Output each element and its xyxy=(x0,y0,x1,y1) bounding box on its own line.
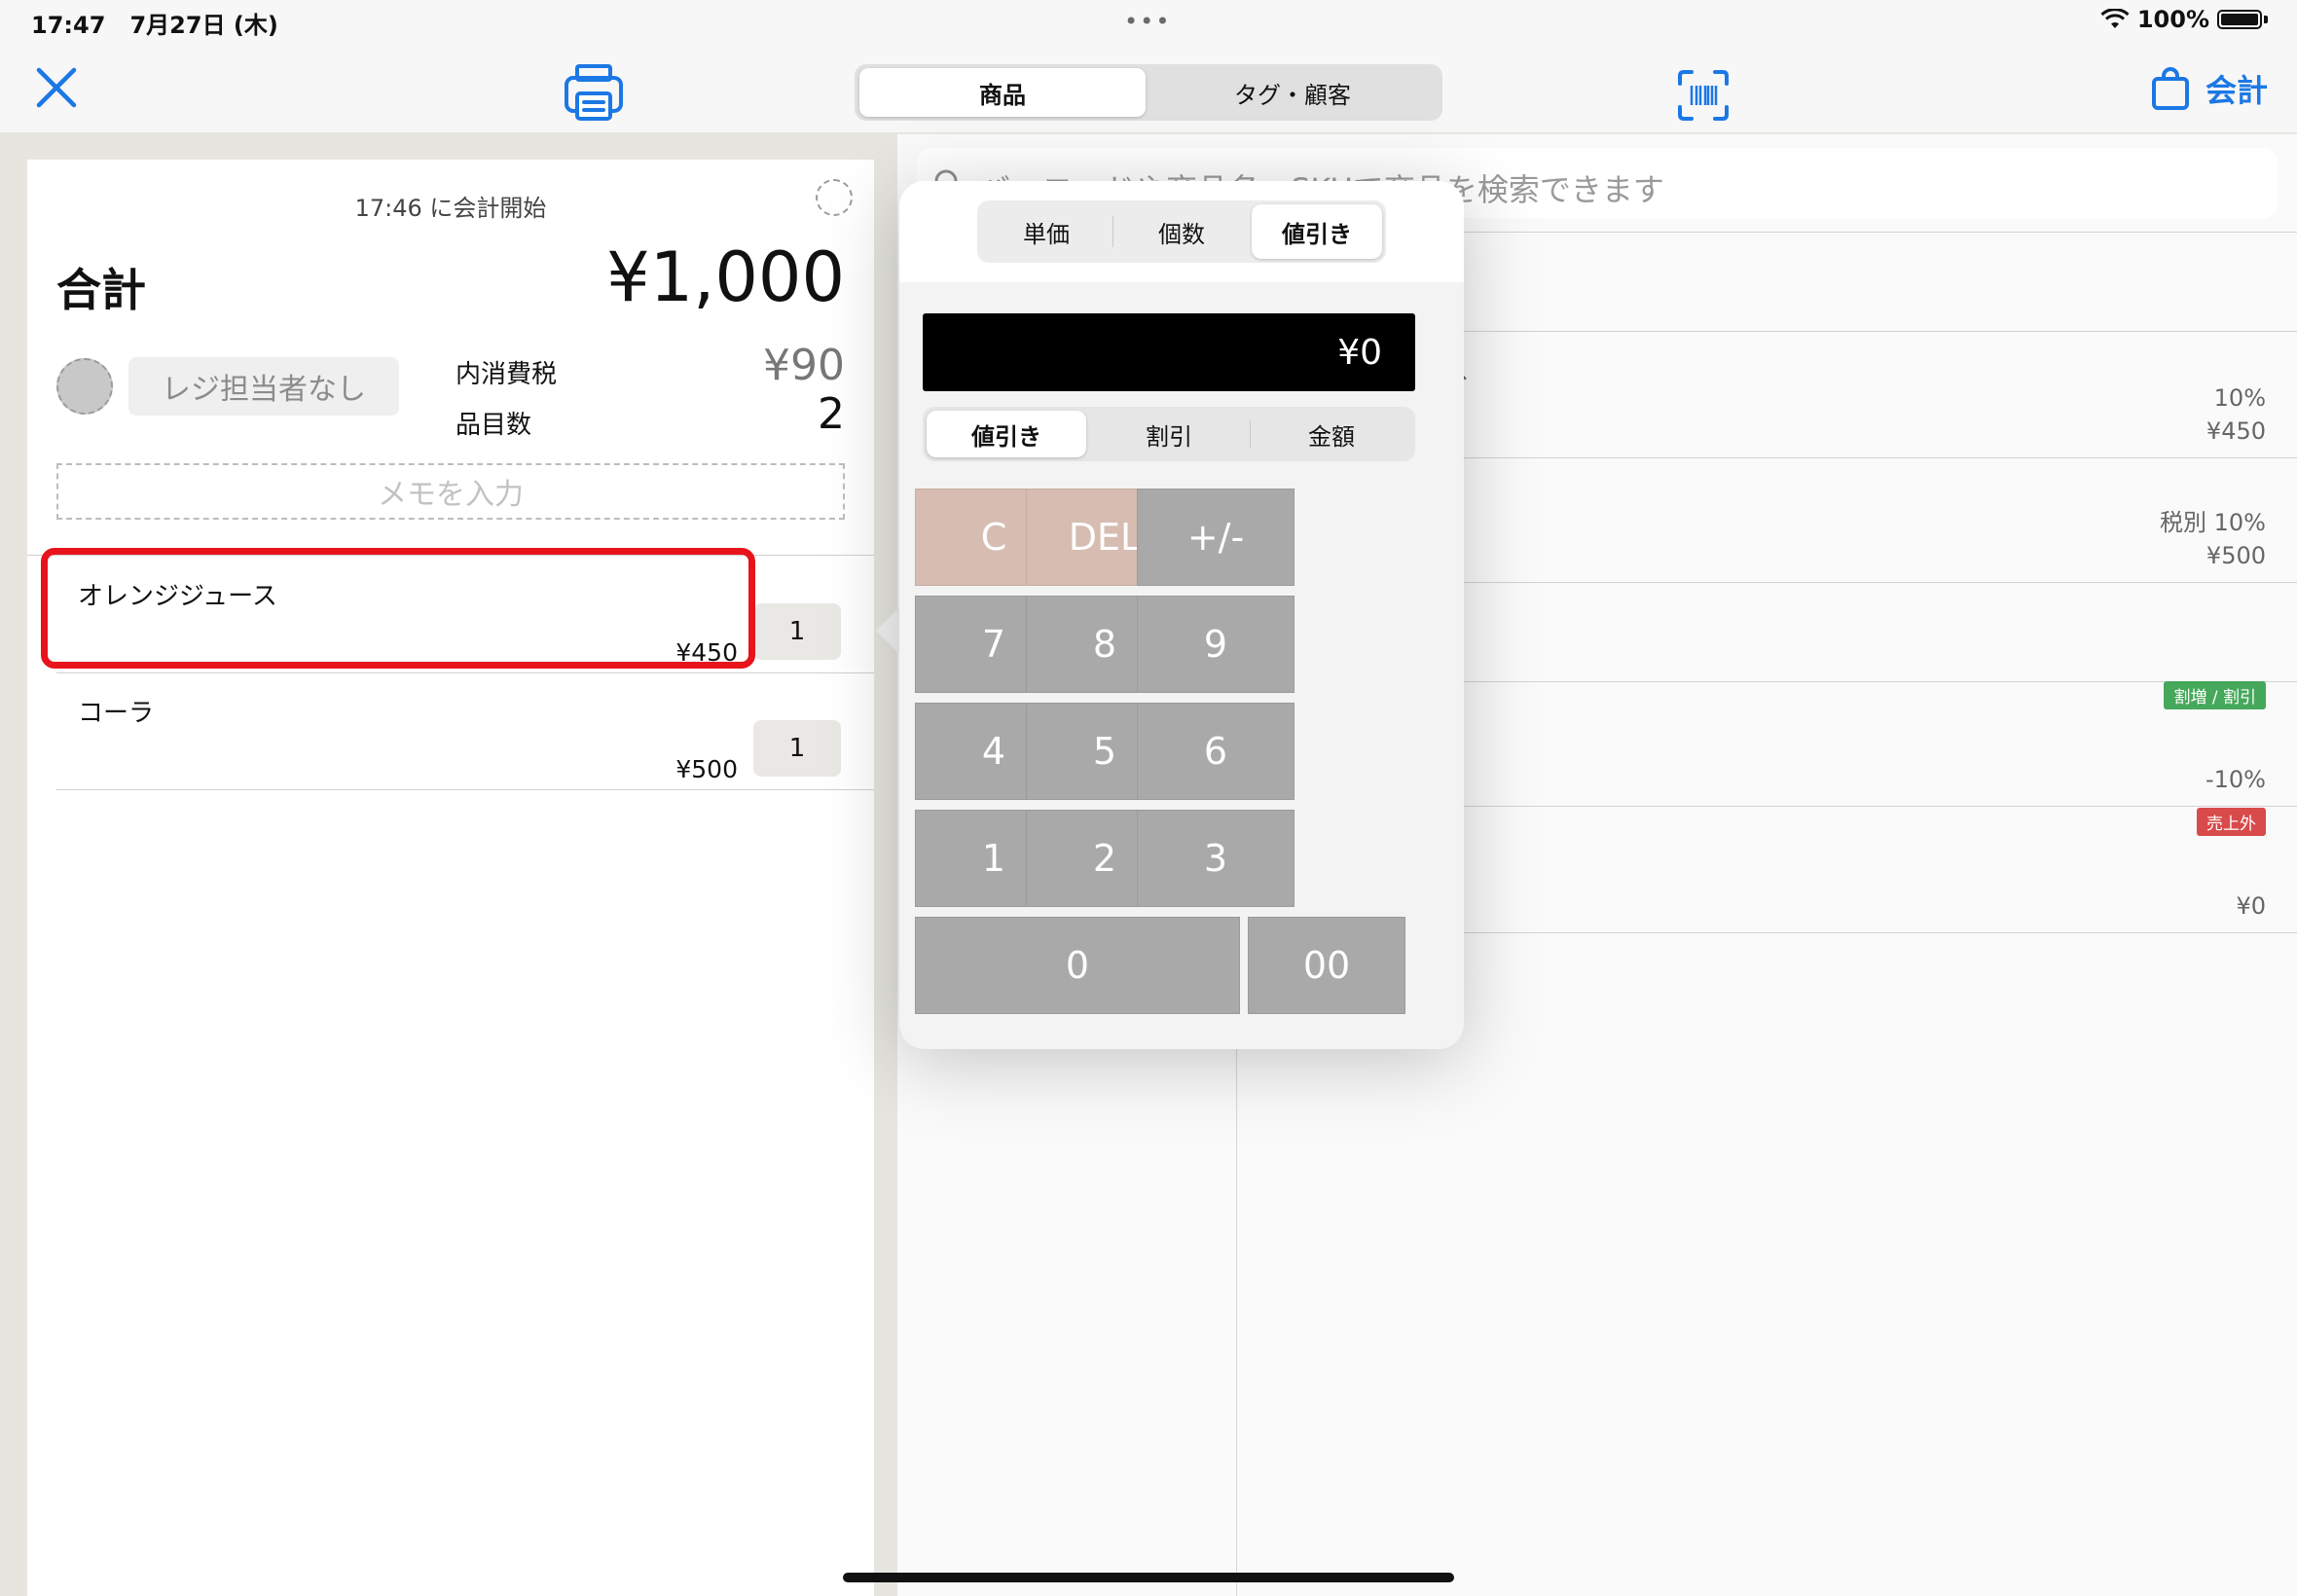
highlight-annotation xyxy=(41,548,755,669)
discount-mode-segmented-control: 値引き 割引 金額 xyxy=(923,407,1415,461)
item-name: コーラ xyxy=(78,699,155,728)
item-price: ¥500 xyxy=(675,755,738,783)
checkout-start-time: 17:46 に会計開始 xyxy=(354,195,547,222)
edit-type-segmented-control: 単価 個数 値引き xyxy=(977,200,1386,263)
home-indicator[interactable] xyxy=(843,1573,1454,1582)
clock: 17:47 xyxy=(31,12,106,39)
checkout-button[interactable]: 会計 xyxy=(2151,66,2268,111)
top-navigation-bar: 17:47 7月27日 (木) ••• 100% 商品 タグ・顧客 会計 xyxy=(0,0,2297,132)
shopping-bag-icon xyxy=(2151,67,2189,110)
print-receipt-icon[interactable] xyxy=(563,60,625,123)
discount-popover: 単価 個数 値引き ¥0 値引き 割引 金額 C DEL +/- 7 8 9 4… xyxy=(899,181,1464,1049)
tab-tags-customers[interactable]: タグ・顧客 xyxy=(1149,68,1436,117)
amount-display: ¥0 xyxy=(923,313,1415,391)
digit-key-0[interactable]: 0 xyxy=(915,917,1240,1014)
product-row-meta[interactable]: -10% xyxy=(2206,763,2266,796)
wifi-icon xyxy=(2100,9,2130,28)
popover-arrow xyxy=(876,605,901,656)
tax-rate: 税別 10% xyxy=(2160,509,2266,536)
memo-input[interactable]: メモを入力 xyxy=(56,463,845,520)
mode-price-discount[interactable]: 値引き xyxy=(927,411,1086,457)
tax-label: 内消費税 xyxy=(456,360,558,389)
date: 7月27日 (木) xyxy=(129,12,278,39)
mode-amount[interactable]: 金額 xyxy=(1252,411,1411,457)
quantity-button[interactable]: 1 xyxy=(753,720,841,777)
multitasking-dots-icon[interactable]: ••• xyxy=(1124,8,1171,35)
status-time: 17:47 7月27日 (木) xyxy=(31,6,278,40)
cart-panel: 17:46 に会計開始 合計 ¥1,000 レジ担当者なし 内消費税 ¥90 品… xyxy=(27,160,874,1596)
digit-key-6[interactable]: 6 xyxy=(1137,703,1294,800)
battery-nub xyxy=(2264,16,2268,23)
total-label: 合計 xyxy=(56,264,146,316)
battery-percent: 100% xyxy=(2136,6,2209,33)
divider xyxy=(1112,216,1113,247)
quantity-button[interactable]: 1 xyxy=(753,603,841,660)
discount-badge: 割増 / 割引 xyxy=(2164,681,2266,709)
tab-unit-price[interactable]: 単価 xyxy=(981,204,1112,259)
product-price: -10% xyxy=(2205,766,2266,793)
product-row-meta[interactable]: 10% ¥450 xyxy=(2206,381,2266,448)
item-count-label: 品目数 xyxy=(456,411,532,440)
staff-avatar[interactable] xyxy=(56,358,113,415)
total-value: ¥1,000 xyxy=(606,237,845,317)
product-price: ¥0 xyxy=(2236,892,2266,920)
main-segmented-control: 商品 タグ・顧客 xyxy=(855,64,1442,121)
status-indicators: 100% xyxy=(2100,6,2268,33)
tab-products[interactable]: 商品 xyxy=(859,68,1146,117)
checkout-label: 会計 xyxy=(2205,72,2268,109)
product-price: ¥450 xyxy=(2206,417,2266,445)
digit-key-9[interactable]: 9 xyxy=(1137,596,1294,693)
divider xyxy=(56,789,874,790)
mode-percent-discount[interactable]: 割引 xyxy=(1089,411,1249,457)
tax-value: ¥90 xyxy=(763,341,845,390)
tab-quantity[interactable]: 個数 xyxy=(1116,204,1247,259)
sign-toggle-key[interactable]: +/- xyxy=(1137,489,1294,586)
tax-rate: 10% xyxy=(2213,384,2266,412)
product-row-meta[interactable]: ¥0 xyxy=(2236,889,2266,923)
digit-key-00[interactable]: 00 xyxy=(1248,917,1405,1014)
select-staff-button[interactable]: レジ担当者なし xyxy=(128,357,399,416)
battery-icon xyxy=(2217,10,2262,29)
cart-line-item[interactable]: コーラ ¥500 1 xyxy=(56,673,874,790)
item-count-value: 2 xyxy=(818,389,845,439)
divider xyxy=(1250,420,1251,448)
digit-key-3[interactable]: 3 xyxy=(1137,810,1294,907)
close-icon[interactable] xyxy=(33,64,80,111)
barcode-scan-icon[interactable] xyxy=(1676,68,1731,123)
tab-discount[interactable]: 値引き xyxy=(1252,204,1382,259)
loading-spinner-icon xyxy=(816,179,853,216)
product-price: ¥500 xyxy=(2206,542,2266,569)
product-row-meta[interactable]: 税別 10% ¥500 xyxy=(2160,506,2266,572)
non-sales-badge: 売上外 xyxy=(2197,808,2266,836)
